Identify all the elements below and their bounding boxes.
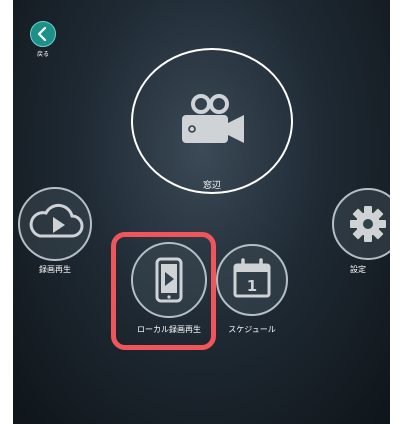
highlight-frame	[111, 232, 216, 350]
cloud-playback-button[interactable]	[18, 187, 92, 261]
schedule-button[interactable]: 1	[216, 244, 288, 316]
calendar-icon: 1	[233, 258, 271, 298]
camera-name-label: 窓辺	[202, 181, 221, 191]
camera-button[interactable]: 窓辺	[131, 48, 293, 194]
video-camera-icon	[182, 94, 244, 143]
cloud-play-icon	[29, 203, 84, 238]
gear-icon	[350, 206, 386, 242]
app-screen: 戻る 窓辺 録画再生 ローカル録画再生 1 スケジュール 設定	[13, 0, 390, 424]
back-button[interactable]	[30, 21, 56, 47]
settings-label: 設定	[350, 265, 366, 274]
calendar-day: 1	[247, 277, 257, 295]
back-label: 戻る	[36, 51, 49, 58]
cloud-playback-label: 録画再生	[39, 265, 71, 274]
schedule-label: スケジュール	[228, 325, 276, 334]
chevron-left-icon	[37, 26, 47, 42]
settings-button[interactable]	[332, 188, 390, 260]
